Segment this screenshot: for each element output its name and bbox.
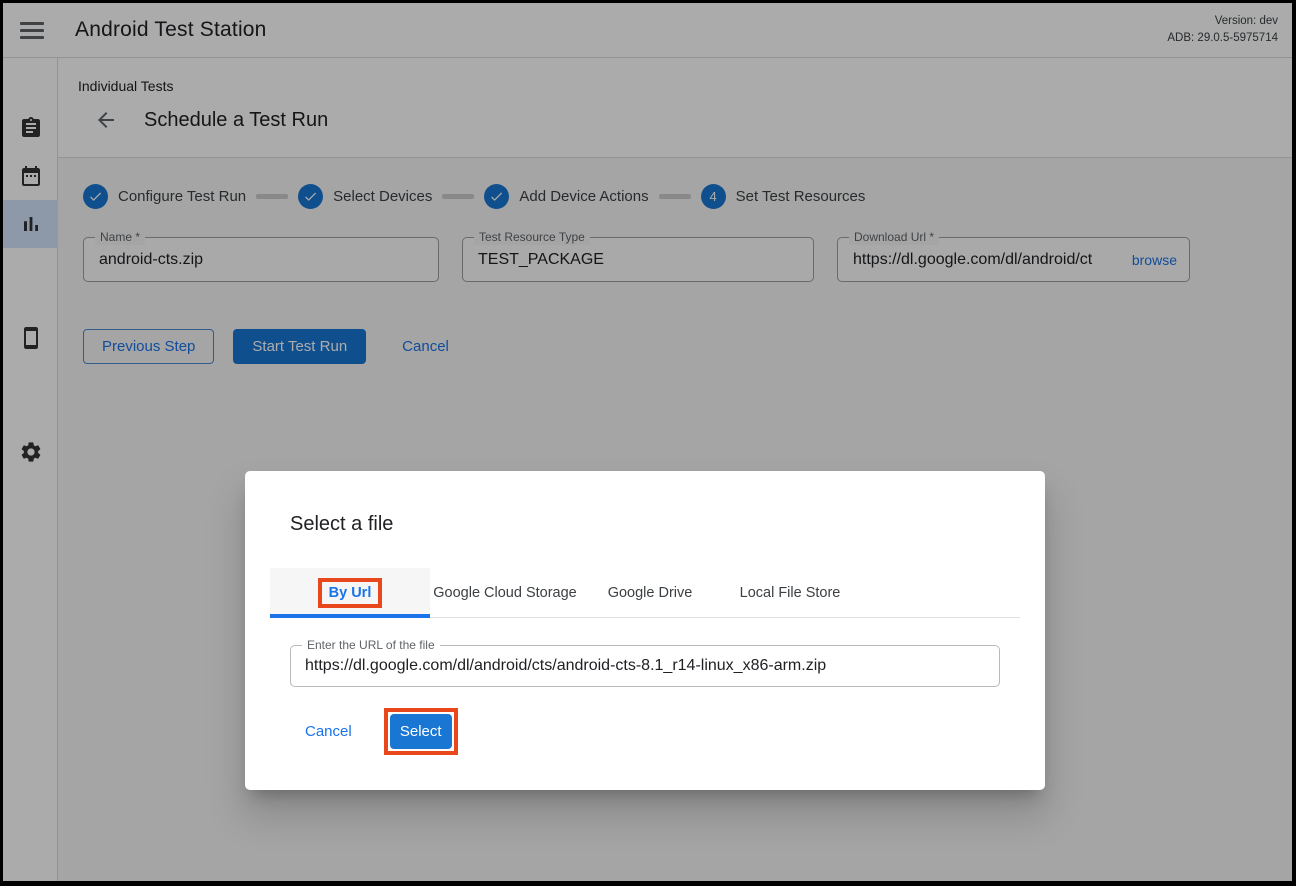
tab-google-drive[interactable]: Google Drive: [580, 568, 720, 617]
dialog-title: Select a file: [290, 513, 1045, 536]
dialog-select-button[interactable]: Select: [390, 714, 452, 749]
select-highlight-box: Select: [384, 708, 458, 755]
dialog-actions: Cancel Select: [305, 708, 1045, 755]
url-input-field[interactable]: Enter the URL of the file https://dl.goo…: [290, 645, 1000, 687]
select-file-dialog: Select a file By Url Google Cloud Storag…: [245, 471, 1045, 790]
dialog-cancel-button[interactable]: Cancel: [305, 723, 352, 740]
tab-local-file-store[interactable]: Local File Store: [720, 568, 860, 617]
url-input-value: https://dl.google.com/dl/android/cts/and…: [291, 657, 999, 675]
dialog-tabs: By Url Google Cloud Storage Google Drive…: [270, 568, 1020, 618]
tab-google-cloud-storage[interactable]: Google Cloud Storage: [430, 568, 580, 617]
url-input-label: Enter the URL of the file: [302, 638, 440, 653]
tab-by-url[interactable]: By Url: [270, 568, 430, 617]
screenshot-frame: Android Test Station Version: dev ADB: 2…: [0, 0, 1296, 886]
by-url-highlight-box: By Url: [318, 578, 383, 608]
app-window: Android Test Station Version: dev ADB: 2…: [3, 3, 1292, 881]
